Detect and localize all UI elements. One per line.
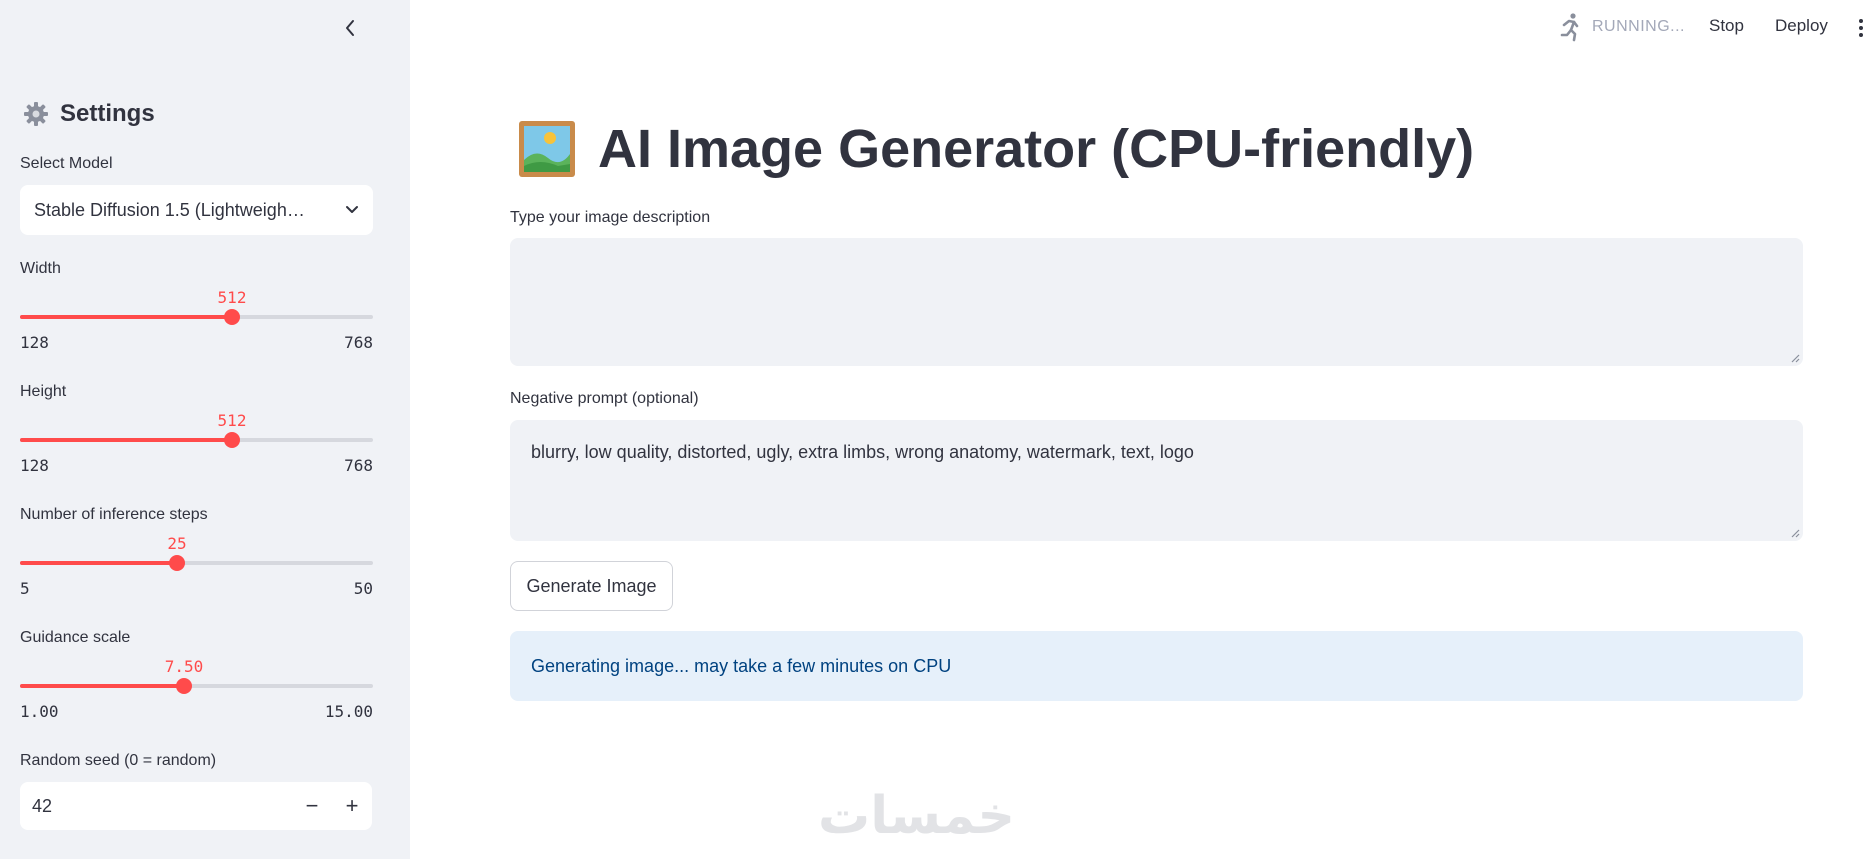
slider-thumb[interactable]: [176, 678, 192, 694]
steps-label: Number of inference steps: [20, 506, 208, 523]
resize-handle-icon[interactable]: [1790, 353, 1800, 363]
running-text: RUNNING...: [1592, 18, 1685, 35]
info-alert-text: Generating image... may take a few minut…: [531, 655, 952, 676]
slider-fill: [20, 315, 232, 319]
menu-dot: [1859, 19, 1863, 23]
height-slider[interactable]: 512 128 768: [20, 401, 373, 475]
running-status: RUNNING...: [1560, 12, 1685, 42]
slider-thumb[interactable]: [224, 432, 240, 448]
height-label: Height: [20, 383, 67, 400]
slider-value: 512: [217, 288, 247, 307]
seed-label: Random seed (0 = random): [20, 752, 217, 769]
decrement-button[interactable]: −: [292, 782, 332, 830]
slider-max: 768: [344, 333, 373, 352]
sidebar: Settings Select Model Stable Diffusion 1…: [0, 0, 410, 859]
slider-fill: [20, 438, 232, 442]
info-alert: Generating image... may take a few minut…: [510, 631, 1803, 701]
guidance-label: Guidance scale: [20, 629, 131, 646]
gear-icon: [24, 102, 48, 126]
slider-max: 15.00: [324, 702, 373, 721]
main-menu-button[interactable]: [1854, 16, 1868, 40]
prompt-label: Type your image description: [510, 209, 711, 226]
slider-thumb[interactable]: [224, 309, 240, 325]
slider-value: 25: [167, 534, 187, 553]
chevron-down-icon: [346, 206, 358, 213]
settings-title: Settings: [60, 100, 155, 127]
settings-header: Settings: [22, 100, 155, 128]
slider-min: 5: [20, 579, 30, 598]
slider-fill: [20, 561, 177, 565]
steps-slider[interactable]: 25 5 50: [20, 524, 373, 598]
page-title-text: AI Image Generator (CPU-friendly): [598, 119, 1475, 179]
negative-prompt-label: Negative prompt (optional): [510, 390, 699, 407]
generate-image-button[interactable]: Generate Image: [510, 561, 673, 611]
menu-dot: [1859, 26, 1863, 30]
chevron-left-icon: [346, 20, 354, 36]
negative-prompt-textarea[interactable]: blurry, low quality, distorted, ugly, ex…: [510, 420, 1803, 541]
seed-value[interactable]: 42: [20, 796, 292, 817]
model-select[interactable]: Stable Diffusion 1.5 (Lightweigh…: [20, 185, 373, 235]
slider-min: 128: [20, 333, 49, 352]
running-man-icon: [1560, 13, 1579, 42]
slider-max: 768: [344, 456, 373, 475]
slider-fill: [20, 684, 184, 688]
select-model-label: Select Model: [20, 155, 113, 172]
increment-button[interactable]: +: [332, 782, 372, 830]
slider-min: 128: [20, 456, 49, 475]
stop-button[interactable]: Stop: [1709, 16, 1744, 36]
framed-picture-icon: [519, 121, 575, 177]
page-title: AI Image Generator (CPU-friendly): [518, 118, 1474, 180]
slider-value: 512: [217, 411, 247, 430]
negative-prompt-text: blurry, low quality, distorted, ugly, ex…: [531, 442, 1194, 462]
watermark-logo: خمسات: [818, 786, 1016, 846]
menu-dot: [1859, 33, 1863, 37]
deploy-button[interactable]: Deploy: [1775, 16, 1828, 36]
resize-handle-icon[interactable]: [1790, 528, 1800, 538]
width-label: Width: [20, 260, 61, 277]
collapse-sidebar-button[interactable]: [338, 16, 362, 40]
prompt-textarea[interactable]: [510, 238, 1803, 366]
model-select-value: Stable Diffusion 1.5 (Lightweigh…: [34, 199, 305, 220]
slider-max: 50: [353, 579, 373, 598]
slider-value: 7.50: [164, 657, 204, 676]
guidance-slider[interactable]: 7.50 1.00 15.00: [20, 647, 373, 721]
width-slider[interactable]: 512 128 768: [20, 278, 373, 352]
slider-thumb[interactable]: [169, 555, 185, 571]
slider-min: 1.00: [20, 702, 59, 721]
seed-input[interactable]: 42 − +: [20, 782, 372, 830]
